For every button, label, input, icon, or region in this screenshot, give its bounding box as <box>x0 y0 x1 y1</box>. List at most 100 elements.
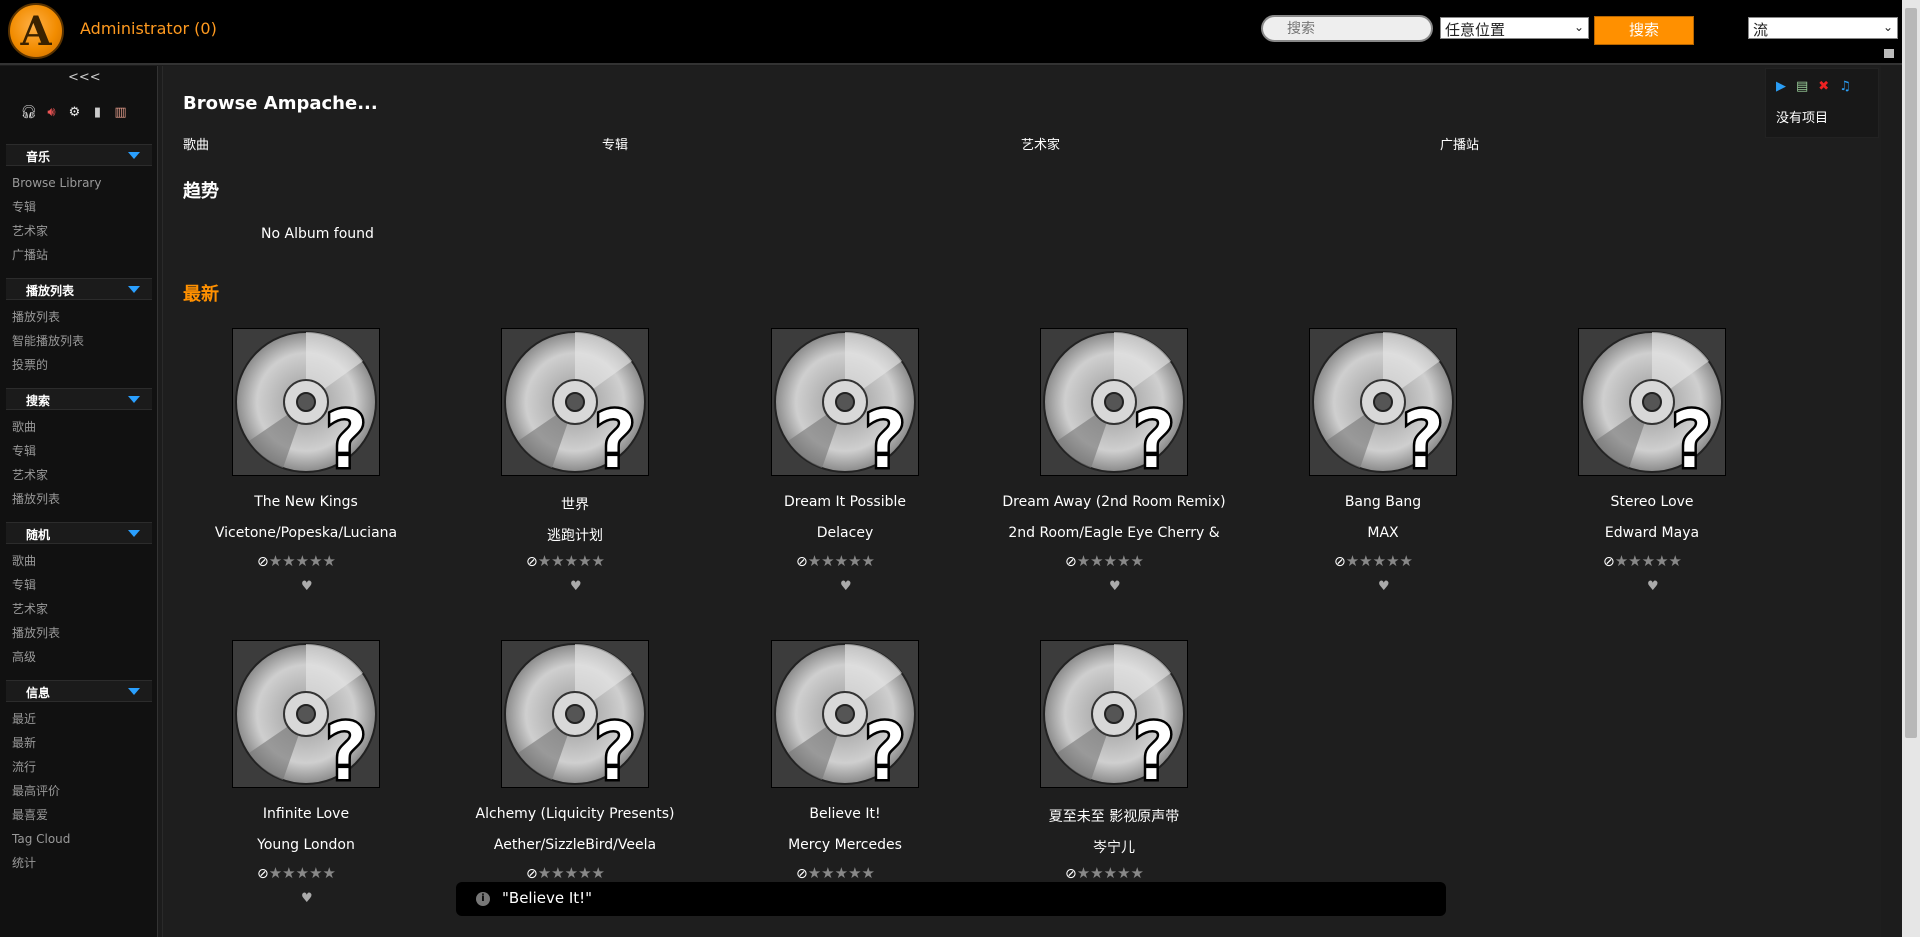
no-rating-icon[interactable]: ⊘ <box>1603 554 1615 570</box>
no-rating-icon[interactable]: ⊘ <box>1334 554 1346 570</box>
sidebar-item-albums[interactable]: 专辑 <box>6 195 152 219</box>
sidebar-item-artists[interactable]: 艺术家 <box>6 219 152 243</box>
album-rating[interactable]: ⊘★★★★★ <box>1334 552 1454 570</box>
heart-icon[interactable]: ♥ <box>1647 579 1659 594</box>
sidebar-item-search-songs[interactable]: 歌曲 <box>6 415 152 439</box>
album-cover[interactable]: ? <box>1578 328 1726 476</box>
album-artist[interactable]: Young London <box>171 837 441 853</box>
sidebar-item-random-advanced[interactable]: 高级 <box>6 645 152 669</box>
album-cover[interactable]: ? <box>232 328 380 476</box>
album-cover[interactable]: ? <box>232 640 380 788</box>
star-rating-icon[interactable]: ★★★★★ <box>1077 864 1144 882</box>
sidebar-item-top-rated[interactable]: 最高评价 <box>6 779 152 803</box>
album-cover[interactable]: ? <box>771 328 919 476</box>
heart-icon[interactable]: ♥ <box>1109 579 1121 594</box>
album-rating[interactable]: ⊘★★★★★ <box>1603 552 1723 570</box>
album-rating[interactable]: ⊘★★★★★ <box>1065 552 1185 570</box>
sidebar-item-tag-cloud[interactable]: Tag Cloud <box>6 827 152 851</box>
album-artist[interactable]: 2nd Room/Eagle Eye Cherry & <box>979 525 1249 541</box>
mobile-icon[interactable]: ▮ <box>89 104 106 121</box>
album-cover[interactable]: ? <box>1309 328 1457 476</box>
play-icon[interactable]: ▶ <box>1776 79 1786 94</box>
sidebar-item-voted[interactable]: 投票的 <box>6 353 152 377</box>
sidebar-item-search-artists[interactable]: 艺术家 <box>6 463 152 487</box>
star-rating-icon[interactable]: ★★★★★ <box>538 864 605 882</box>
no-rating-icon[interactable]: ⊘ <box>1065 554 1077 570</box>
add-playlist-icon[interactable]: ▤ <box>1796 79 1808 94</box>
star-rating-icon[interactable]: ★★★★★ <box>1077 552 1144 570</box>
star-rating-icon[interactable]: ★★★★★ <box>808 552 875 570</box>
album-title[interactable]: Infinite Love <box>171 806 441 822</box>
album-rating[interactable]: ⊘★★★★★ <box>796 552 916 570</box>
star-rating-icon[interactable]: ★★★★★ <box>538 552 605 570</box>
album-artist[interactable]: 逃跑计划 <box>440 525 710 545</box>
heart-icon[interactable]: ♥ <box>1378 579 1390 594</box>
sidebar-item-smart-playlists[interactable]: 智能播放列表 <box>6 329 152 353</box>
sidebar-header[interactable]: 播放列表 <box>6 278 152 300</box>
sidebar-item-newest[interactable]: 最新 <box>6 731 152 755</box>
sidebar-item-playlists[interactable]: 播放列表 <box>6 305 152 329</box>
browse-link-radio[interactable]: 广播站 <box>1440 134 1479 153</box>
album-cover[interactable]: ? <box>1040 328 1188 476</box>
album-artist[interactable]: Edward Maya <box>1517 525 1787 541</box>
browse-link-albums[interactable]: 专辑 <box>602 134 628 153</box>
sidebar-item-random-albums[interactable]: 专辑 <box>6 573 152 597</box>
star-rating-icon[interactable]: ★★★★★ <box>269 552 336 570</box>
sidebar-header[interactable]: 信息 <box>6 680 152 702</box>
heart-icon[interactable]: ♥ <box>301 579 313 594</box>
album-artist[interactable]: 岑宁儿 <box>979 837 1249 857</box>
album-cover[interactable]: ? <box>501 640 649 788</box>
album-rating[interactable]: ⊘★★★★★ <box>1065 864 1185 882</box>
add-to-playlist-icon[interactable]: ♫ <box>1839 79 1851 94</box>
clear-icon[interactable]: ✖ <box>1818 79 1829 94</box>
browse-link-artists[interactable]: 艺术家 <box>1021 134 1060 153</box>
collapse-arrow-icon[interactable] <box>128 286 140 293</box>
sidebar-item-recent[interactable]: 最近 <box>6 707 152 731</box>
sidebar-item-random-songs[interactable]: 歌曲 <box>6 549 152 573</box>
no-rating-icon[interactable]: ⊘ <box>526 866 538 882</box>
album-cover[interactable]: ? <box>1040 640 1188 788</box>
speaker-icon[interactable]: 🔊︎ <box>43 104 60 121</box>
album-artist[interactable]: Aether/SizzleBird/Veela <box>440 837 710 853</box>
sidebar-collapse-button[interactable]: <<< <box>68 70 101 85</box>
sidebar-item-random-artists[interactable]: 艺术家 <box>6 597 152 621</box>
collapse-arrow-icon[interactable] <box>128 530 140 537</box>
no-rating-icon[interactable]: ⊘ <box>1065 866 1077 882</box>
no-rating-icon[interactable]: ⊘ <box>796 866 808 882</box>
album-title[interactable]: Believe It! <box>710 806 980 822</box>
user-link[interactable]: Administrator (0) <box>80 19 217 38</box>
album-title[interactable]: 世界 <box>440 494 710 514</box>
album-rating[interactable]: ⊘★★★★★ <box>526 864 646 882</box>
collapse-arrow-icon[interactable] <box>128 396 140 403</box>
star-rating-icon[interactable]: ★★★★★ <box>269 864 336 882</box>
collapse-arrow-icon[interactable] <box>128 152 140 159</box>
ampache-logo[interactable]: A <box>8 3 64 59</box>
star-rating-icon[interactable]: ★★★★★ <box>808 864 875 882</box>
album-title[interactable]: Dream It Possible <box>710 494 980 510</box>
album-artist[interactable]: Mercy Mercedes <box>710 837 980 853</box>
sidebar-item-radio[interactable]: 广播站 <box>6 243 152 267</box>
album-rating[interactable]: ⊘★★★★★ <box>257 864 377 882</box>
search-input[interactable] <box>1261 15 1433 42</box>
no-rating-icon[interactable]: ⊘ <box>526 554 538 570</box>
menu-icon[interactable] <box>1884 49 1894 58</box>
sidebar-item-search-albums[interactable]: 专辑 <box>6 439 152 463</box>
sidebar-item-statistics[interactable]: 统计 <box>6 851 152 875</box>
album-title[interactable]: Bang Bang <box>1248 494 1518 510</box>
no-rating-icon[interactable]: ⊘ <box>257 554 269 570</box>
sidebar-header[interactable]: 随机 <box>6 522 152 544</box>
album-rating[interactable]: ⊘★★★★★ <box>796 864 916 882</box>
heart-icon[interactable]: ♥ <box>570 579 582 594</box>
album-artist[interactable]: Delacey <box>710 525 980 541</box>
settings-icon[interactable]: ⚙ <box>66 104 83 121</box>
search-button[interactable]: 搜索 <box>1594 16 1694 45</box>
scrollbar-thumb[interactable] <box>1905 8 1917 738</box>
sidebar-header[interactable]: 音乐 <box>6 144 152 166</box>
page-scrollbar[interactable] <box>1902 0 1920 937</box>
heart-icon[interactable]: ♥ <box>301 891 313 906</box>
album-title[interactable]: 夏至未至 影视原声带 <box>979 806 1249 826</box>
collapse-arrow-icon[interactable] <box>128 688 140 695</box>
play-type-select[interactable]: 流 ⌄ <box>1748 17 1898 39</box>
sidebar-item-popular[interactable]: 流行 <box>6 755 152 779</box>
logout-icon[interactable]: ▥ <box>112 104 129 121</box>
